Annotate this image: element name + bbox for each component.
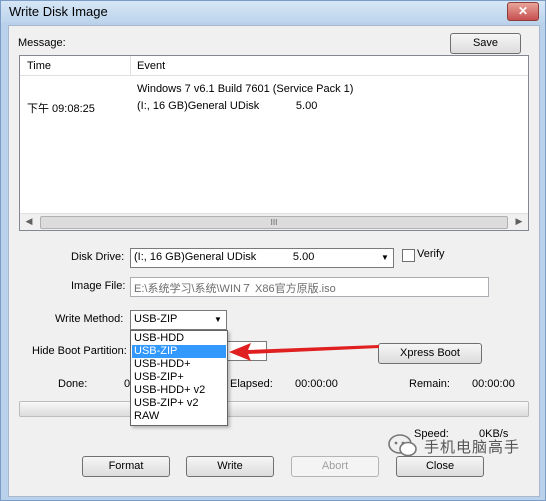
log-row-2-time: 下午 09:08:25 (27, 103, 95, 115)
disk-drive-value: (I:, 16 GB)General UDisk 5.00 (134, 251, 315, 263)
dropdown-option-raw[interactable]: RAW (132, 410, 226, 423)
image-file-value: E:\系统学习\系统\WIN７ X86官方原版.iso (134, 283, 336, 295)
message-log-list[interactable]: Time Event Windows 7 v6.1 Build 7601 (Se… (19, 55, 529, 231)
verify-label: Verify (417, 248, 445, 260)
dropdown-option-usb-hdd-plus[interactable]: USB-HDD+ (132, 358, 226, 371)
column-event[interactable]: Event (137, 60, 165, 72)
watermark: 手机电脑高手 (388, 433, 538, 459)
disk-drive-label: Disk Drive: (71, 251, 125, 263)
arrow-shape (229, 343, 379, 361)
write-disk-image-window: Write Disk Image ✕ Message: Save Time Ev… (0, 0, 546, 501)
dropdown-option-usb-hdd[interactable]: USB-HDD (132, 332, 226, 345)
column-time[interactable]: Time (27, 60, 51, 72)
abort-button[interactable]: Abort (291, 456, 379, 477)
title-bar[interactable]: Write Disk Image ✕ (1, 1, 545, 23)
close-icon: ✕ (517, 4, 529, 18)
dropdown-option-usb-hdd-plus-v2[interactable]: USB-HDD+ v2 (132, 384, 226, 397)
hide-boot-partition-label: Hide Boot Partition: (32, 345, 127, 357)
verify-checkbox[interactable] (402, 249, 415, 262)
log-row-2-event: (I:, 16 GB)General UDisk 5.00 (137, 100, 318, 112)
done-label: Done: (58, 378, 88, 390)
log-horizontal-scrollbar[interactable]: ◀ III ▶ (20, 213, 528, 230)
elapsed-value: 00:00:00 (295, 378, 338, 390)
window-title: Write Disk Image (9, 4, 108, 19)
close-button[interactable]: Close (396, 456, 484, 477)
message-label: Message: (18, 37, 66, 49)
log-row-1-event: Windows 7 v6.1 Build 7601 (Service Pack … (137, 83, 354, 95)
elapsed-label: Elapsed: (230, 378, 273, 390)
write-method-value: USB-ZIP (134, 313, 178, 325)
write-button[interactable]: Write (186, 456, 274, 477)
scroll-grip-icon: III (270, 218, 278, 227)
chevron-down-icon: ▼ (381, 253, 389, 262)
disk-drive-select[interactable]: (I:, 16 GB)General UDisk 5.00 ▼ (130, 248, 394, 268)
dropdown-option-usb-zip-plus-v2[interactable]: USB-ZIP+ v2 (132, 397, 226, 410)
write-method-dropdown-list[interactable]: USB-HDD USB-ZIP USB-HDD+ USB-ZIP+ USB-HD… (130, 330, 228, 426)
save-button[interactable]: Save (450, 33, 521, 54)
dropdown-option-usb-zip[interactable]: USB-ZIP (132, 345, 226, 358)
image-file-label: Image File: (71, 280, 126, 292)
write-progress-bar (19, 401, 529, 417)
remain-value: 00:00:00 (472, 378, 515, 390)
watermark-text: 手机电脑高手 (424, 439, 521, 456)
write-method-label: Write Method: (55, 313, 124, 325)
red-arrow-annotation (229, 343, 379, 361)
dropdown-option-usb-zip-plus[interactable]: USB-ZIP+ (132, 371, 226, 384)
chat-bubble-icon (388, 434, 417, 457)
chevron-down-icon: ▼ (214, 315, 222, 324)
log-header: Time Event (20, 56, 528, 76)
write-method-select[interactable]: USB-ZIP ▼ (130, 310, 227, 330)
remain-label: Remain: (409, 378, 450, 390)
window-close-button[interactable]: ✕ (507, 2, 539, 21)
xpress-boot-button[interactable]: Xpress Boot (378, 343, 482, 364)
scroll-thumb[interactable]: III (40, 216, 508, 229)
image-file-field[interactable]: E:\系统学习\系统\WIN７ X86官方原版.iso (130, 277, 489, 297)
format-button[interactable]: Format (82, 456, 170, 477)
scroll-right-icon[interactable]: ▶ (512, 216, 526, 228)
dialog-body: Message: Save Time Event Windows 7 v6.1 … (8, 25, 540, 497)
scroll-left-icon[interactable]: ◀ (22, 216, 36, 228)
column-divider[interactable] (130, 56, 131, 75)
